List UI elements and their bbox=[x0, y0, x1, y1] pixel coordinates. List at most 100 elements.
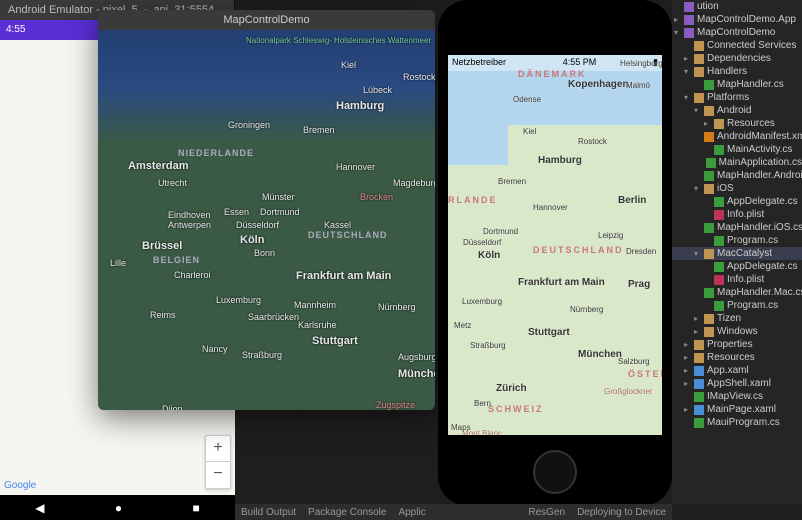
tree-item-maphandler-cs[interactable]: MapHandler.cs bbox=[672, 78, 802, 91]
chevron-icon: ▸ bbox=[674, 15, 684, 24]
cs-icon bbox=[704, 288, 714, 298]
map-zoom-control: + − bbox=[205, 435, 231, 489]
city-hannover: Hannover bbox=[336, 162, 375, 172]
google-logo: Google bbox=[4, 480, 36, 491]
city-mannheim: Mannheim bbox=[294, 300, 336, 310]
tree-item-info-plist[interactable]: Info.plist bbox=[672, 208, 802, 221]
city-munster: Münster bbox=[262, 192, 295, 202]
folder-icon bbox=[694, 41, 704, 51]
city-bern-ios: Bern bbox=[474, 399, 491, 408]
tree-item-resources[interactable]: ▸Resources bbox=[672, 351, 802, 364]
city-koeln: Köln bbox=[240, 234, 264, 246]
city-helsingborg: Helsingborg bbox=[620, 59, 662, 68]
chevron-icon: ▸ bbox=[684, 379, 694, 388]
tree-item-maccatalyst[interactable]: ▾MacCatalyst bbox=[672, 247, 802, 260]
tree-item-label: Info.plist bbox=[727, 209, 764, 220]
folder-icon bbox=[694, 353, 704, 363]
tree-item-imapview-cs[interactable]: IMapView.cs bbox=[672, 390, 802, 403]
tree-item-program-cs[interactable]: Program.cs bbox=[672, 299, 802, 312]
city-brussel: Brüssel bbox=[142, 240, 182, 252]
city-luxemburg-ios: Luxemburg bbox=[462, 297, 502, 306]
tree-item-mainpage-xaml[interactable]: ▸MainPage.xaml bbox=[672, 403, 802, 416]
city-magdeburg: Magdeburg bbox=[393, 178, 435, 188]
tab-build-output[interactable]: Build Output bbox=[241, 507, 296, 518]
tree-item-android[interactable]: ▾Android bbox=[672, 104, 802, 117]
chevron-icon: ▸ bbox=[684, 340, 694, 349]
tree-item-windows[interactable]: ▸Windows bbox=[672, 325, 802, 338]
tree-item-androidmanifest-xml[interactable]: AndroidManifest.xml bbox=[672, 130, 802, 143]
tree-item-connected-services[interactable]: Connected Services bbox=[672, 39, 802, 52]
folder-icon bbox=[704, 249, 714, 259]
city-amsterdam: Amsterdam bbox=[128, 160, 189, 172]
city-dortmund: Dortmund bbox=[260, 207, 300, 217]
tree-item-ution[interactable]: ution bbox=[672, 0, 802, 13]
zoom-in-button[interactable]: + bbox=[206, 436, 230, 462]
iphone-home-button[interactable] bbox=[533, 450, 577, 494]
tree-item-info-plist[interactable]: Info.plist bbox=[672, 273, 802, 286]
tree-item-app-xaml[interactable]: ▸App.xaml bbox=[672, 364, 802, 377]
folder-icon bbox=[694, 93, 704, 103]
city-eindhoven: Eindhoven bbox=[168, 210, 211, 220]
tree-item-mapcontroldemo-app[interactable]: ▸MapControlDemo.App bbox=[672, 13, 802, 26]
cs-icon bbox=[704, 80, 714, 90]
tab-application[interactable]: Applic bbox=[398, 507, 425, 518]
tree-item-handlers[interactable]: ▾Handlers bbox=[672, 65, 802, 78]
plist-icon bbox=[714, 210, 724, 220]
tree-item-properties[interactable]: ▸Properties bbox=[672, 338, 802, 351]
city-nurnberg-ios: Nürnberg bbox=[570, 305, 603, 314]
android-home-button[interactable]: ● bbox=[115, 501, 122, 515]
tree-item-label: Dependencies bbox=[707, 53, 771, 64]
tree-item-maphandler-ios-cs[interactable]: MapHandler.iOS.cs bbox=[672, 221, 802, 234]
city-dusseldorf: Düsseldorf bbox=[236, 220, 279, 230]
tree-item-label: MainActivity.cs bbox=[727, 144, 792, 155]
android-back-button[interactable]: ◀ bbox=[35, 501, 44, 515]
tree-item-maphandler-android-cs[interactable]: MapHandler.Android.cs bbox=[672, 169, 802, 182]
country-schweiz: SCHWEIZ bbox=[488, 404, 544, 414]
city-groningen: Groningen bbox=[228, 120, 270, 130]
xaml-icon bbox=[694, 379, 704, 389]
tree-item-label: Windows bbox=[717, 326, 758, 337]
tree-item-program-cs[interactable]: Program.cs bbox=[672, 234, 802, 247]
app-icon bbox=[684, 28, 694, 38]
tree-item-dependencies[interactable]: ▸ Dependencies bbox=[672, 52, 802, 65]
city-bremen-ios: Bremen bbox=[498, 177, 526, 186]
iphone-apple-map[interactable]: Netzbetreiber 4:55 PM ▮ DÄNEMARK DEUTSCH… bbox=[448, 55, 662, 435]
tree-item-appdelegate-cs[interactable]: AppDelegate.cs bbox=[672, 195, 802, 208]
tree-item-label: MainApplication.cs bbox=[719, 157, 802, 168]
tree-item-ios[interactable]: ▾iOS bbox=[672, 182, 802, 195]
chevron-icon: ▸ bbox=[704, 119, 714, 128]
cs-icon bbox=[714, 301, 724, 311]
zoom-out-button[interactable]: − bbox=[206, 462, 230, 488]
city-lubeck: Lübeck bbox=[363, 85, 392, 95]
tree-item-mauiprogram-cs[interactable]: MauiProgram.cs bbox=[672, 416, 802, 429]
android-nav-bar: ◀ ● ■ bbox=[0, 495, 235, 520]
tree-item-maphandler-mac-cs[interactable]: MapHandler.Mac.cs bbox=[672, 286, 802, 299]
tree-item-appshell-xaml[interactable]: ▸AppShell.xaml bbox=[672, 377, 802, 390]
folder-icon bbox=[704, 314, 714, 324]
mac-apple-map-dark[interactable]: NIEDERLANDE DEUTSCHLAND BELGIEN Kiel Ros… bbox=[98, 30, 435, 410]
solution-explorer[interactable]: ution▸MapControlDemo.App▾MapControlDemoC… bbox=[672, 0, 802, 504]
chevron-icon: ▸ bbox=[684, 54, 694, 63]
xaml-icon bbox=[694, 366, 704, 376]
tab-package-console[interactable]: Package Console bbox=[308, 507, 386, 518]
tree-item-tizen[interactable]: ▸Tizen bbox=[672, 312, 802, 325]
tree-item-resources[interactable]: ▸Resources bbox=[672, 117, 802, 130]
tree-item-mainapplication-cs[interactable]: MainApplication.cs bbox=[672, 156, 802, 169]
iphone-carrier: Netzbetreiber bbox=[452, 57, 506, 69]
mac-app-window: MapControlDemo NIEDERLANDE DEUTSCHLAND B… bbox=[98, 10, 435, 410]
tree-item-label: MacCatalyst bbox=[717, 248, 772, 259]
tree-item-appdelegate-cs[interactable]: AppDelegate.cs bbox=[672, 260, 802, 273]
tree-item-mainactivity-cs[interactable]: MainActivity.cs bbox=[672, 143, 802, 156]
tree-item-platforms[interactable]: ▾Platforms bbox=[672, 91, 802, 104]
tree-item-label: Platforms bbox=[707, 92, 749, 103]
city-utrecht: Utrecht bbox=[158, 178, 187, 188]
tree-item-mapcontroldemo[interactable]: ▾MapControlDemo bbox=[672, 26, 802, 39]
cs-icon bbox=[714, 197, 724, 207]
park-wattenmeer: Nationalpark Schleswig- Holsteinisches W… bbox=[246, 36, 431, 45]
tree-item-label: iOS bbox=[717, 183, 734, 194]
city-berlin: Berlin bbox=[618, 195, 646, 206]
folder-icon bbox=[694, 54, 704, 64]
android-recent-button[interactable]: ■ bbox=[193, 501, 200, 515]
folder-icon bbox=[714, 119, 724, 129]
city-bonn: Bonn bbox=[254, 248, 275, 258]
